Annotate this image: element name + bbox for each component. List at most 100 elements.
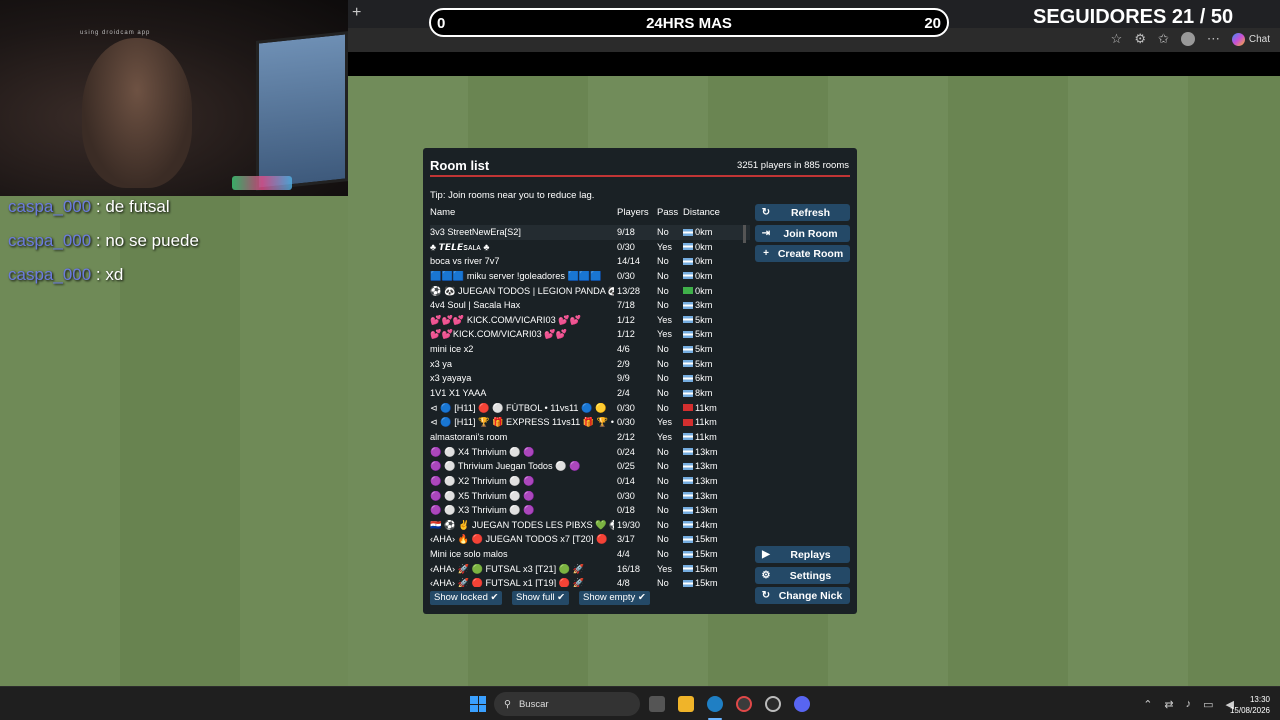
room-row[interactable]: Mini ice solo malos 4/4 No 15km — [430, 547, 750, 562]
room-players: 7/18 — [617, 300, 635, 311]
room-pass: No — [657, 388, 669, 399]
show-empty-toggle[interactable]: Show empty ✔ — [579, 591, 650, 605]
room-name: 1V1 X1 YAAA — [430, 388, 487, 399]
copilot-chat-label: Chat — [1248, 33, 1270, 45]
extensions-icon[interactable]: ⚙ — [1134, 31, 1146, 47]
room-name: 4v4 Soul | Sacala Hax — [430, 300, 521, 311]
room-distance-value: 15km — [695, 534, 718, 545]
room-row[interactable]: 1V1 X1 YAAA 2/4 No 8km — [430, 386, 750, 401]
create-room-button[interactable]: + Create Room — [755, 245, 850, 262]
room-row[interactable]: 🇵🇾 ⚽ ✌ JUEGAN TODES LES PIBXS 💚 ⚽ 19/30 No… — [430, 518, 750, 533]
streamer-figure — [82, 38, 192, 188]
show-full-toggle[interactable]: Show full ✔ — [512, 591, 570, 605]
room-row[interactable]: 🟣 ⚪ X2 Thrivium ⚪ 🟣 0/14 No 13km — [430, 474, 750, 489]
column-pass[interactable]: Pass — [657, 207, 678, 218]
room-list-scroll-thumb[interactable] — [743, 225, 746, 243]
country-flag-icon — [683, 492, 693, 500]
room-pass: No — [657, 300, 669, 311]
collections-icon[interactable]: ✩ — [1158, 31, 1169, 47]
room-row[interactable]: boca vs river 7v7 14/14 No 0km — [430, 254, 750, 269]
room-players: 0/30 — [617, 417, 635, 428]
profile-avatar[interactable] — [1180, 32, 1195, 46]
room-row[interactable]: ⊲ 🔵 [H11] 🏆 🎁 EXPRESS 11vs11 🎁 🏆 • 0/30 Ye… — [430, 415, 750, 430]
browser-toolbar-icons: ☆ ⚙ ✩ ⋯ Chat — [1111, 31, 1270, 47]
microphone-icon[interactable]: ♪ — [1186, 698, 1192, 711]
column-players[interactable]: Players — [617, 207, 649, 218]
room-pass: No — [657, 402, 669, 413]
country-flag-icon — [683, 257, 693, 265]
room-row[interactable]: 3v3 StreetNewEra[S2] 9/18 No 0km — [430, 225, 750, 240]
show-locked-toggle[interactable]: Show locked ✔ — [430, 591, 503, 605]
room-row[interactable]: ⊲ 🔵 [H11] 🔴 ⚪ FÚTBOL • 11vs11 🔵 🟡 0/30 No 1… — [430, 401, 750, 416]
file-explorer-icon[interactable] — [678, 696, 694, 712]
gear-icon: ⚙ — [761, 570, 771, 581]
replays-label: Replays — [790, 548, 831, 561]
room-row[interactable]: 🟣 ⚪ X4 Thrivium ⚪ 🟣 0/24 No 13km — [430, 445, 750, 460]
room-row[interactable]: ♣ 𝙏𝙀𝙇𝙀ꜱᴀʟᴀ ♣ 0/30 Yes 0km — [430, 240, 750, 255]
room-players: 0/25 — [617, 461, 635, 472]
discord-icon[interactable] — [794, 696, 810, 712]
room-list-table[interactable]: 3v3 StreetNewEra[S2] 9/18 No 0km ♣ 𝙏𝙀𝙇𝙀ꜱᴀʟᴀ … — [430, 225, 750, 587]
replays-button[interactable]: ▶ Replays — [755, 546, 850, 563]
room-players: 2/4 — [617, 388, 630, 399]
copilot-chat-button[interactable]: Chat — [1231, 32, 1270, 46]
room-distance-value: 13km — [695, 446, 718, 457]
room-list-scrollbar[interactable] — [743, 225, 746, 587]
goal-right-value: 20 — [924, 15, 941, 32]
taskbar-search[interactable]: ⚲ Buscar — [494, 692, 640, 716]
display-icon[interactable]: ▭ — [1203, 698, 1213, 711]
edge-browser-icon[interactable] — [707, 696, 723, 712]
change-nick-button[interactable]: ↻ Change Nick — [755, 587, 850, 604]
room-row[interactable]: mini ice x2 4/6 No 5km — [430, 342, 750, 357]
obs-icon[interactable] — [765, 696, 781, 712]
column-distance[interactable]: Distance — [683, 207, 720, 218]
room-row[interactable]: ‹AHA› 🚀 🟢 FUTSAL x3 [T21] 🟢 🚀 16/18 Yes 15k… — [430, 562, 750, 577]
app-icon[interactable] — [736, 696, 752, 712]
column-name[interactable]: Name — [430, 207, 455, 218]
search-icon: ⚲ — [504, 698, 511, 710]
chevron-up-icon[interactable]: ⌃ — [1143, 698, 1152, 711]
chat-text: : de futsal — [91, 197, 170, 216]
room-row[interactable]: 💕💕KICK.COM/VICARI03 💕💕 1/12 Yes 5km — [430, 327, 750, 342]
room-row[interactable]: 🟣 ⚪ X5 Thrivium ⚪ 🟣 0/30 No 13km — [430, 489, 750, 504]
new-tab-icon[interactable]: + — [352, 4, 361, 22]
windows-start-icon[interactable] — [470, 696, 486, 712]
chat-text: : xd — [91, 265, 124, 284]
favorite-star-icon[interactable]: ☆ — [1111, 31, 1123, 47]
settings-button[interactable]: ⚙ Settings — [755, 567, 850, 584]
room-players: 9/9 — [617, 373, 630, 384]
room-row[interactable]: 4v4 Soul | Sacala Hax 7/18 No 3km — [430, 298, 750, 313]
room-players: 13/28 — [617, 285, 640, 296]
room-row[interactable]: almastorani's room 2/12 Yes 11km — [430, 430, 750, 445]
room-pass: No — [657, 446, 669, 457]
room-row[interactable]: ‹AHA› 🚀 🔴 FUTSAL x1 [T19] 🔴 🚀 4/8 No 15km — [430, 576, 750, 587]
room-distance: 5km — [683, 344, 712, 354]
chat-username: caspa_000 — [8, 265, 92, 284]
room-row[interactable]: 🟣 ⚪ Thrivium Juegan Todos ⚪ 🟣 0/25 No 13km — [430, 459, 750, 474]
join-room-button[interactable]: ⇥ Join Room — [755, 225, 850, 242]
room-row[interactable]: 💕💕💕 KICK.COM/VICARI03 💕💕 1/12 Yes 5km — [430, 313, 750, 328]
room-row[interactable]: x3 ya 2/9 No 5km — [430, 357, 750, 372]
more-menu-icon[interactable]: ⋯ — [1207, 31, 1220, 47]
room-row[interactable]: ‹AHA› 🔥 🔴 JUEGAN TODOS x7 [T20] 🔴 3/17 No 1… — [430, 532, 750, 547]
room-row[interactable]: ⚽ 🐼 JUEGAN TODOS | LEGION PANDA 🐼 13/28 No… — [430, 284, 750, 299]
room-distance: 15km — [683, 534, 717, 544]
room-players: 0/30 — [617, 270, 635, 281]
room-distance: 13km — [683, 491, 717, 501]
room-pass: No — [657, 270, 669, 281]
room-name: almastorani's room — [430, 431, 508, 442]
task-view-icon[interactable] — [649, 696, 665, 712]
room-players: 0/30 — [617, 241, 635, 252]
room-row[interactable]: 🟣 ⚪ X3 Thrivium ⚪ 🟣 0/18 No 13km — [430, 503, 750, 518]
room-pass: No — [657, 256, 669, 267]
room-name: ‹AHA› 🔥 🔴 JUEGAN TODOS x7 [T20] 🔴 — [430, 534, 608, 545]
room-row[interactable]: 🟦🟦🟦 miku server !goleadores 🟦🟦🟦 0/30 No 0km — [430, 269, 750, 284]
room-row[interactable]: x3 yayaya 9/9 No 6km — [430, 371, 750, 386]
refresh-button[interactable]: ↻ Refresh — [755, 204, 850, 221]
room-players: 0/30 — [617, 490, 635, 501]
room-distance-value: 0km — [695, 256, 713, 267]
taskbar-clock[interactable]: 13:30 15/08/2026 — [1230, 694, 1270, 716]
country-flag-icon — [683, 477, 693, 485]
room-distance-value: 0km — [695, 241, 713, 252]
network-icon[interactable]: ⇄ — [1164, 698, 1173, 711]
